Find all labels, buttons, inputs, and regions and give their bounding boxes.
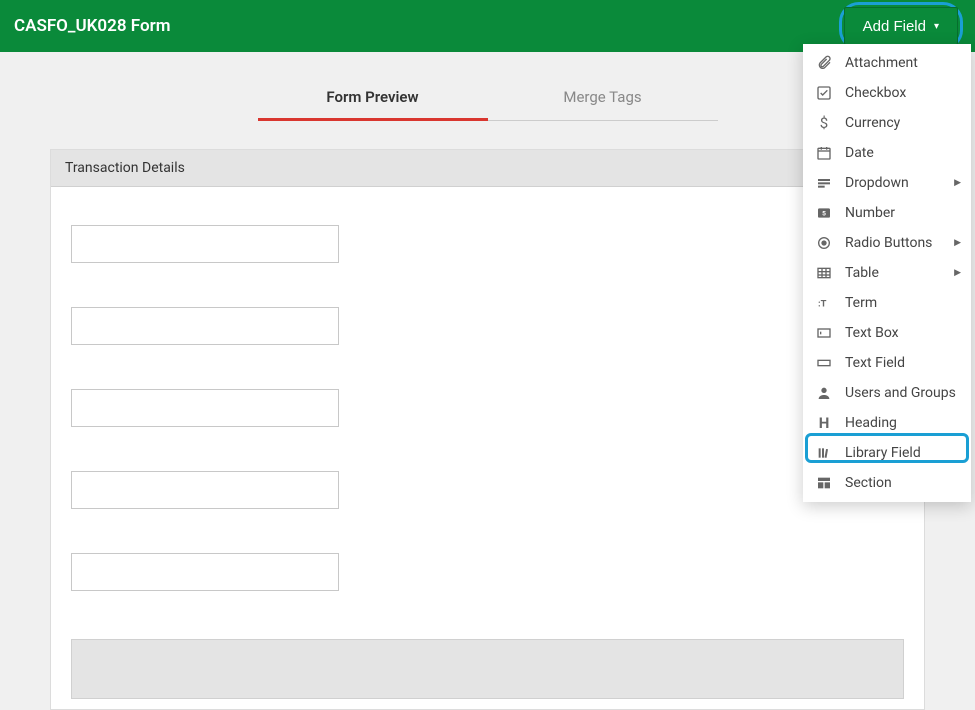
chevron-right-icon: ▶ (954, 268, 961, 278)
menu-item-section[interactable]: Section (803, 468, 971, 498)
form-field-3[interactable] (71, 389, 339, 427)
section-header: Transaction Details (51, 150, 924, 187)
menu-label: Heading (845, 415, 897, 431)
svg-text:5: 5 (822, 210, 826, 218)
menu-item-number[interactable]: 5 Number (803, 198, 971, 228)
term-icon: :T (815, 294, 833, 312)
checkbox-icon (815, 84, 833, 102)
menu-label: Users and Groups (845, 385, 956, 401)
menu-item-currency[interactable]: $ Currency (803, 108, 971, 138)
menu-label: Radio Buttons (845, 235, 932, 251)
form-field-2[interactable] (71, 307, 339, 345)
chevron-down-icon: ▾ (934, 21, 939, 32)
menu-item-heading[interactable]: H Heading (803, 408, 971, 438)
svg-text::T: :T (818, 298, 827, 309)
menu-item-date[interactable]: Date (803, 138, 971, 168)
menu-item-radio[interactable]: Radio Buttons ▶ (803, 228, 971, 258)
dollar-icon: $ (815, 114, 833, 132)
dropdown-icon (815, 174, 833, 192)
menu-label: Term (845, 295, 877, 311)
menu-label: Table (845, 265, 879, 281)
tab-form-preview[interactable]: Form Preview (258, 78, 488, 121)
menu-label: Dropdown (845, 175, 909, 191)
menu-label: Checkbox (845, 85, 906, 101)
menu-label: Text Field (845, 355, 905, 371)
section-icon (815, 474, 833, 492)
menu-item-textbox[interactable]: Text Box (803, 318, 971, 348)
menu-item-table[interactable]: Table ▶ (803, 258, 971, 288)
number-icon: 5 (815, 204, 833, 222)
menu-item-checkbox[interactable]: Checkbox (803, 78, 971, 108)
heading-icon: H (815, 414, 833, 432)
add-field-button[interactable]: Add Field ▾ (844, 7, 958, 45)
menu-item-attachment[interactable]: Attachment (803, 48, 971, 78)
menu-item-usersgroups[interactable]: Users and Groups (803, 378, 971, 408)
menu-item-term[interactable]: :T Term (803, 288, 971, 318)
menu-item-dropdown[interactable]: Dropdown ▶ (803, 168, 971, 198)
paperclip-icon (815, 54, 833, 72)
menu-label: Date (845, 145, 874, 161)
menu-item-library[interactable]: Library Field (803, 438, 971, 468)
section-body (51, 187, 924, 709)
add-field-label: Add Field (863, 18, 926, 35)
textbox-icon (815, 324, 833, 342)
add-field-highlight: Add Field ▾ (839, 2, 963, 50)
menu-label: Currency (845, 115, 900, 131)
form-title: CASFO_UK028 Form (12, 16, 170, 36)
table-icon (815, 264, 833, 282)
form-field-5[interactable] (71, 553, 339, 591)
chevron-right-icon: ▶ (954, 238, 961, 248)
textfield-icon (815, 354, 833, 372)
library-icon (815, 444, 833, 462)
menu-label: Section (845, 475, 892, 491)
menu-item-textfield[interactable]: Text Field (803, 348, 971, 378)
form-field-4[interactable] (71, 471, 339, 509)
form-container: Transaction Details (50, 149, 925, 710)
radio-icon (815, 234, 833, 252)
form-block[interactable] (71, 639, 904, 699)
menu-label: Library Field (845, 445, 921, 461)
app-header: CASFO_UK028 Form Add Field ▾ Attachment … (0, 0, 975, 52)
user-icon (815, 384, 833, 402)
calendar-icon (815, 144, 833, 162)
form-field-1[interactable] (71, 225, 339, 263)
tab-merge-tags[interactable]: Merge Tags (488, 78, 718, 121)
menu-label: Attachment (845, 55, 918, 71)
menu-label: Text Box (845, 325, 899, 341)
add-field-dropdown: Attachment Checkbox $ Currency Date (803, 44, 971, 502)
chevron-right-icon: ▶ (954, 178, 961, 188)
menu-label: Number (845, 205, 895, 221)
